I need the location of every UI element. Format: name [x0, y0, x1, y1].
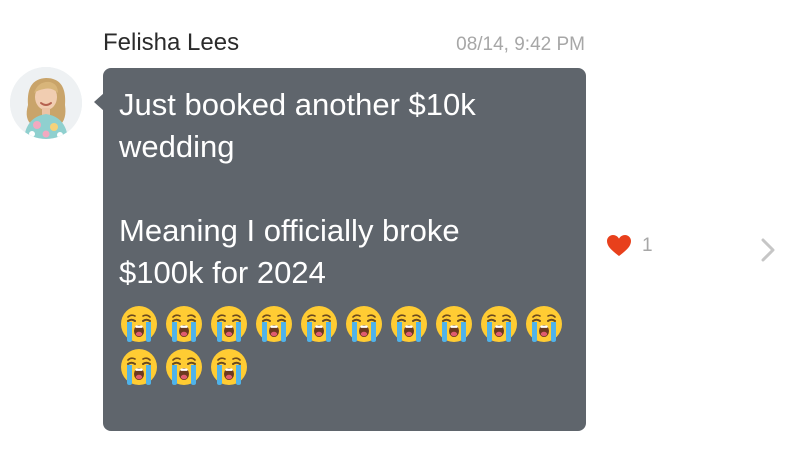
loudly-crying-face-emoji	[211, 349, 247, 385]
loudly-crying-face-emoji	[481, 306, 517, 342]
message-timestamp: 08/14, 9:42 PM	[456, 34, 585, 55]
chevron-right-icon[interactable]	[759, 237, 777, 268]
heart-icon	[607, 235, 631, 256]
reaction-count: 1	[642, 235, 653, 256]
message-text-line: Just booked another $10k	[119, 87, 476, 122]
message-text-line: $100k for 2024	[119, 255, 326, 290]
avatar-photo	[10, 67, 82, 139]
message-text-line: wedding	[119, 129, 235, 164]
loudly-crying-face-emoji	[121, 349, 157, 385]
loudly-crying-face-emoji	[256, 306, 292, 342]
message-item[interactable]: Felisha Lees 08/14, 9:42 PM Just booked …	[0, 0, 800, 461]
loudly-crying-face-emoji	[436, 306, 472, 342]
loudly-crying-face-emoji	[526, 306, 562, 342]
loudly-crying-face-emoji	[301, 306, 337, 342]
message-bubble[interactable]: Just booked another $10k wedding Meaning…	[94, 68, 586, 431]
sender-name[interactable]: Felisha Lees	[103, 28, 239, 58]
loudly-crying-face-emoji	[166, 349, 202, 385]
loudly-crying-face-emoji	[391, 306, 427, 342]
loudly-crying-face-emoji	[121, 306, 157, 342]
avatar[interactable]	[10, 67, 82, 139]
emoji-row	[119, 304, 572, 344]
emoji-row	[119, 347, 572, 387]
message-text-line: Meaning I officially broke	[119, 213, 460, 248]
loudly-crying-face-emoji	[166, 306, 202, 342]
loudly-crying-face-emoji	[211, 306, 247, 342]
reaction-badge[interactable]: 1	[606, 234, 653, 258]
loudly-crying-face-emoji	[346, 306, 382, 342]
